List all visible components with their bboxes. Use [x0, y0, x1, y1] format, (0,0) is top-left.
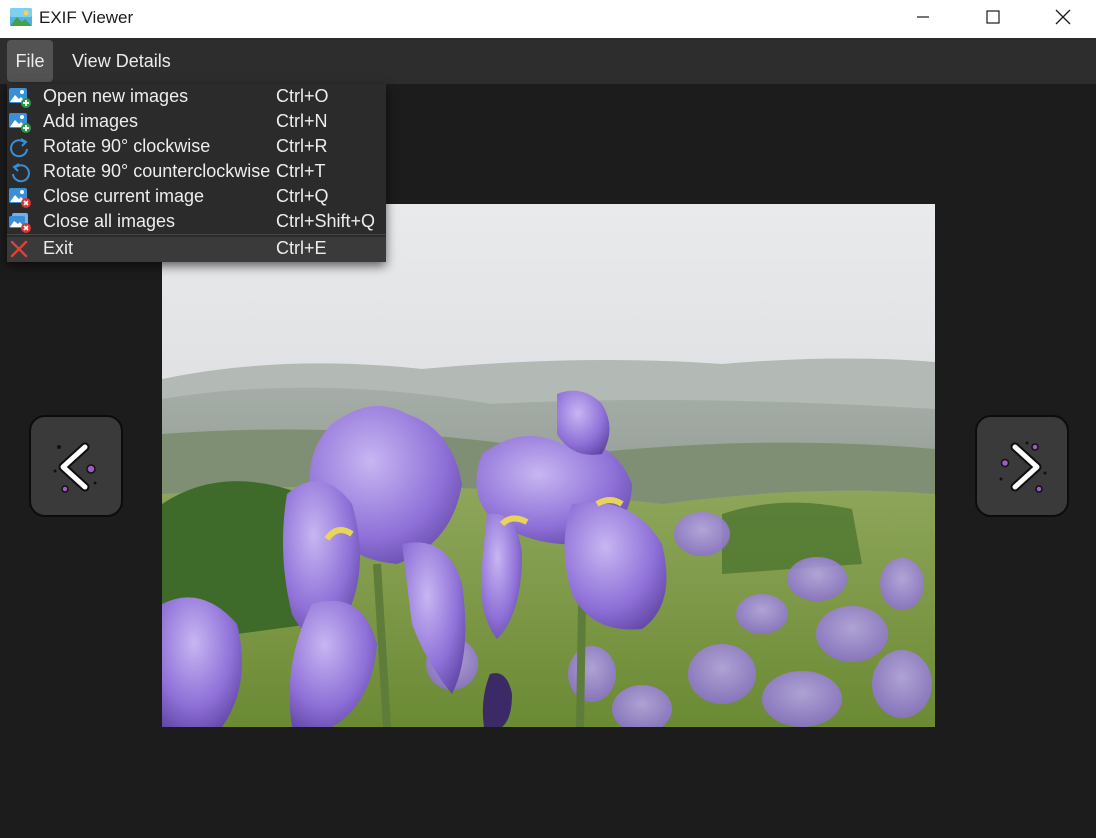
image-add-icon: [9, 88, 31, 108]
chevron-left-icon: [53, 442, 97, 493]
minimize-icon: [917, 16, 929, 18]
menu-item-rotate-counterclockwise[interactable]: Rotate 90° counterclockwise Ctrl+T: [7, 160, 386, 185]
menu-item-exit[interactable]: Exit Ctrl+E: [7, 237, 386, 262]
menu-view-details[interactable]: View Details: [62, 40, 181, 82]
rotate-clockwise-icon: [10, 138, 28, 158]
displayed-image: [162, 204, 935, 727]
close-button[interactable]: [1028, 0, 1096, 34]
exit-x-icon: [10, 240, 28, 258]
close-icon: [1055, 9, 1071, 25]
menu-item-close-all-images[interactable]: Close all images Ctrl+Shift+Q: [7, 210, 386, 235]
menu-item-add-images[interactable]: Add images Ctrl+N: [7, 110, 386, 135]
picture-icon: [10, 8, 32, 26]
image-add-icon: [9, 113, 31, 133]
next-image-button[interactable]: [975, 415, 1069, 517]
menu-item-rotate-clockwise[interactable]: Rotate 90° clockwise Ctrl+R: [7, 135, 386, 160]
chevron-right-icon: [999, 441, 1047, 493]
menu-item-close-current-image[interactable]: Close current image Ctrl+Q: [7, 185, 386, 210]
previous-image-button[interactable]: [29, 415, 123, 517]
menu-bar: File View Details: [0, 38, 1096, 84]
file-menu-dropdown: Open new images Ctrl+O Add images Ctrl+N…: [7, 84, 386, 262]
images-remove-icon: [9, 213, 31, 233]
menu-file[interactable]: File: [7, 40, 53, 82]
title-bar: EXIF Viewer: [0, 0, 1096, 38]
image-remove-icon: [9, 188, 31, 208]
menu-separator: [7, 234, 386, 235]
maximize-icon: [986, 10, 1000, 24]
maximize-button[interactable]: [958, 0, 1028, 34]
minimize-button[interactable]: [888, 0, 958, 34]
window-title: EXIF Viewer: [39, 8, 134, 27]
rotate-counterclockwise-icon: [12, 163, 30, 183]
menu-item-open-new-images[interactable]: Open new images Ctrl+O: [7, 85, 386, 110]
